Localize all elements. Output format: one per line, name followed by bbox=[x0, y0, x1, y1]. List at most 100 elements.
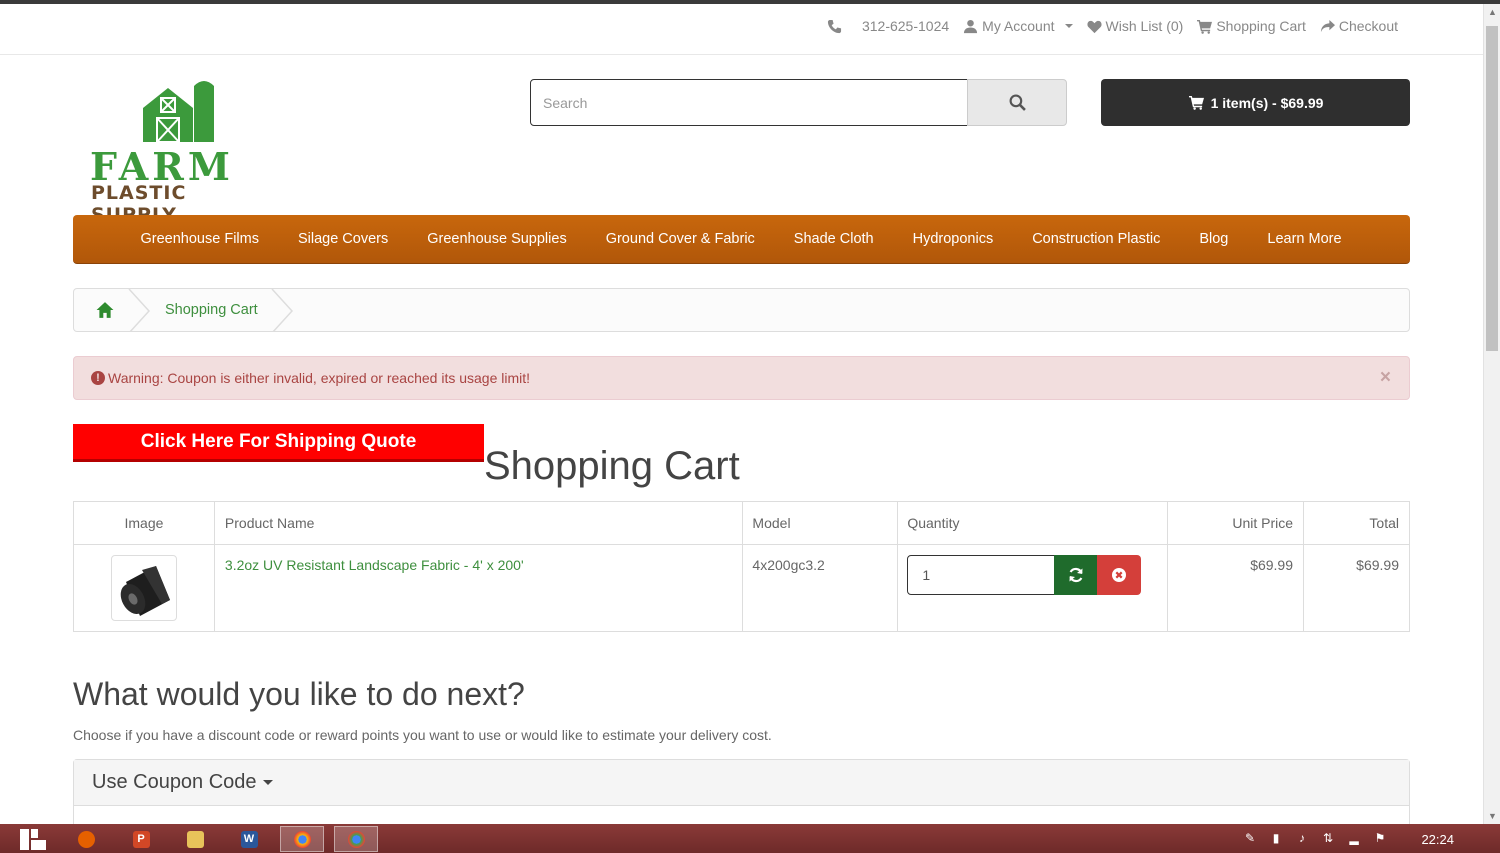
quantity-control bbox=[907, 555, 1167, 595]
table-row: 3.2oz UV Resistant Landscape Fabric - 4'… bbox=[73, 544, 1410, 632]
quantity-input[interactable] bbox=[907, 555, 1056, 595]
nav-item-silage-covers[interactable]: Silage Covers bbox=[278, 231, 407, 247]
phone-number: 312-625-1024 bbox=[861, 18, 950, 34]
chevron-down-icon bbox=[1064, 24, 1073, 28]
taskbar-app-word[interactable]: W bbox=[227, 826, 271, 852]
nav-item-construction-plastic[interactable]: Construction Plastic bbox=[1013, 231, 1180, 247]
alert-text: Warning: Coupon is either invalid, expir… bbox=[108, 370, 531, 386]
search-input[interactable] bbox=[530, 79, 968, 126]
search-button[interactable] bbox=[967, 79, 1067, 126]
remove-item-button[interactable] bbox=[1097, 555, 1142, 595]
breadcrumb-separator bbox=[128, 289, 151, 331]
wish-list-link[interactable]: Wish List (0) bbox=[1086, 18, 1184, 34]
chrome-icon bbox=[347, 830, 365, 848]
column-header-product-name: Product Name bbox=[213, 501, 744, 545]
os-taskbar: P W ✎ ▮ ♪ ⇅ ▂ ⚑ 22:24 bbox=[0, 824, 1500, 853]
my-account-link[interactable]: My Account bbox=[963, 18, 1073, 34]
column-header-image: Image bbox=[73, 501, 215, 545]
product-name-link[interactable]: 3.2oz UV Resistant Landscape Fabric - 4'… bbox=[225, 557, 524, 573]
next-steps-title: What would you like to do next? bbox=[73, 676, 525, 712]
taskbar-app-firefox[interactable] bbox=[64, 826, 108, 852]
nav-item-hydroponics[interactable]: Hydroponics bbox=[893, 231, 1013, 247]
signal-icon[interactable]: ▂ bbox=[1346, 830, 1362, 846]
chrome-icon bbox=[293, 830, 311, 848]
word-icon: W bbox=[240, 830, 258, 848]
page-scrollbar[interactable]: ▲ ▼ bbox=[1483, 4, 1500, 824]
phone-icon bbox=[827, 19, 842, 33]
unit-price-cell: $69.99 bbox=[1167, 544, 1305, 632]
quantity-cell bbox=[897, 544, 1169, 632]
share-icon bbox=[1320, 19, 1335, 32]
breadcrumb-current[interactable]: Shopping Cart bbox=[165, 302, 258, 318]
nav-item-greenhouse-films[interactable]: Greenhouse Films bbox=[121, 231, 278, 247]
nav-item-greenhouse-supplies[interactable]: Greenhouse Supplies bbox=[408, 231, 586, 247]
coupon-panel-header[interactable]: Use Coupon Code bbox=[74, 760, 1409, 806]
site-logo[interactable]: FARM PLASTIC SUPPLY bbox=[88, 78, 268, 226]
cart-summary-label: 1 item(s) - $69.99 bbox=[1210, 94, 1324, 111]
home-icon[interactable] bbox=[96, 301, 114, 319]
nav-item-ground-cover-fabric[interactable]: Ground Cover & Fabric bbox=[586, 231, 774, 247]
product-name-cell: 3.2oz UV Resistant Landscape Fabric - 4'… bbox=[213, 544, 744, 632]
shopping-cart-label: Shopping Cart bbox=[1216, 18, 1306, 34]
scroll-down-arrow[interactable]: ▼ bbox=[1484, 808, 1500, 824]
search-bar bbox=[530, 79, 1067, 126]
product-thumbnail[interactable] bbox=[110, 555, 177, 621]
heart-icon bbox=[1086, 20, 1102, 33]
coupon-panel-title: Use Coupon Code bbox=[92, 771, 273, 794]
coupon-panel: Use Coupon Code bbox=[73, 759, 1410, 825]
cart-table: Image Product Name Model Quantity Unit P… bbox=[73, 501, 1410, 632]
shipping-quote-button[interactable]: Click Here For Shipping Quote bbox=[73, 424, 484, 462]
top-links: 312-625-1024 My Account Wish List (0) Sh… bbox=[827, 18, 1398, 34]
wish-list-label: Wish List (0) bbox=[1105, 18, 1184, 34]
nav-item-blog[interactable]: Blog bbox=[1180, 231, 1248, 247]
total-cell: $69.99 bbox=[1303, 544, 1410, 632]
checkout-link[interactable]: Checkout bbox=[1320, 18, 1398, 34]
warning-alert: ! Warning: Coupon is either invalid, exp… bbox=[73, 356, 1410, 400]
scroll-thumb[interactable] bbox=[1486, 26, 1498, 351]
barn-icon bbox=[143, 81, 214, 143]
scroll-up-arrow[interactable]: ▲ bbox=[1484, 4, 1500, 20]
system-tray: ✎ ▮ ♪ ⇅ ▂ ⚑ bbox=[1242, 830, 1388, 846]
flag-icon[interactable]: ⚑ bbox=[1372, 830, 1388, 846]
search-icon bbox=[1009, 94, 1026, 111]
top-utility-bar: 312-625-1024 My Account Wish List (0) Sh… bbox=[0, 4, 1483, 55]
cart-icon bbox=[1188, 95, 1204, 110]
start-icon[interactable] bbox=[18, 827, 48, 852]
breadcrumb: Shopping Cart bbox=[73, 288, 1410, 332]
volume-icon[interactable]: ♪ bbox=[1294, 830, 1310, 846]
cart-summary-button[interactable]: 1 item(s) - $69.99 bbox=[1101, 79, 1410, 126]
close-icon[interactable]: × bbox=[1380, 367, 1391, 389]
fabric-roll-image bbox=[120, 566, 170, 616]
times-circle-icon bbox=[1112, 568, 1127, 582]
taskbar-app-chrome[interactable] bbox=[280, 826, 324, 852]
column-header-total: Total bbox=[1303, 501, 1410, 545]
update-quantity-button[interactable] bbox=[1054, 555, 1099, 595]
model-cell: 4x200gc3.2 bbox=[742, 544, 899, 632]
chevron-down-icon bbox=[262, 780, 273, 785]
next-steps-description: Choose if you have a discount code or re… bbox=[73, 727, 772, 743]
folder-icon bbox=[186, 830, 204, 848]
taskbar-app-powerpoint[interactable]: P bbox=[119, 826, 163, 852]
firefox-icon bbox=[77, 830, 95, 848]
taskbar-app-explorer[interactable] bbox=[173, 826, 217, 852]
pen-icon[interactable]: ✎ bbox=[1242, 830, 1258, 846]
my-account-label: My Account bbox=[982, 18, 1055, 34]
nav-item-learn-more[interactable]: Learn More bbox=[1248, 231, 1361, 247]
exclamation-circle-icon: ! bbox=[91, 371, 105, 385]
checkout-label: Checkout bbox=[1338, 18, 1398, 34]
table-header-row: Image Product Name Model Quantity Unit P… bbox=[73, 501, 1410, 545]
breadcrumb-separator bbox=[271, 289, 294, 331]
device-icon[interactable]: ▮ bbox=[1268, 830, 1284, 846]
main-nav: Greenhouse Films Silage Covers Greenhous… bbox=[73, 215, 1410, 264]
user-icon bbox=[964, 19, 978, 33]
phone-link[interactable]: 312-625-1024 bbox=[827, 18, 949, 34]
nav-item-shade-cloth[interactable]: Shade Cloth bbox=[774, 231, 893, 247]
cart-icon bbox=[1197, 19, 1213, 34]
taskbar-app-chrome-2[interactable] bbox=[334, 826, 378, 852]
page-title: Shopping Cart bbox=[484, 444, 740, 488]
network-arrow-icon[interactable]: ⇅ bbox=[1320, 830, 1336, 846]
refresh-icon bbox=[1069, 567, 1083, 583]
shopping-cart-link[interactable]: Shopping Cart bbox=[1197, 18, 1306, 34]
taskbar-clock[interactable]: 22:24 bbox=[1421, 832, 1454, 847]
coupon-panel-label: Use Coupon Code bbox=[92, 771, 257, 793]
